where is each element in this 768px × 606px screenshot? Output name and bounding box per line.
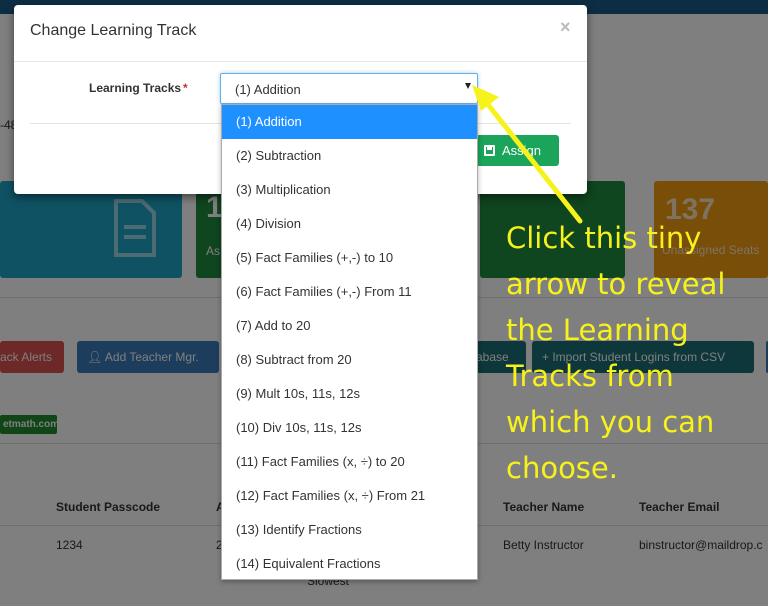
callout-line: Tracks from: [506, 359, 674, 393]
callout-line: the Learning: [506, 313, 689, 347]
callout-line: Click this tiny: [506, 221, 702, 255]
callout-line: arrow to reveal: [506, 267, 726, 301]
annotation-callout: Click this tiny arrow to reveal the Lear…: [506, 215, 766, 491]
callout-line: choose.: [506, 451, 618, 485]
callout-line: which you can: [506, 405, 715, 439]
